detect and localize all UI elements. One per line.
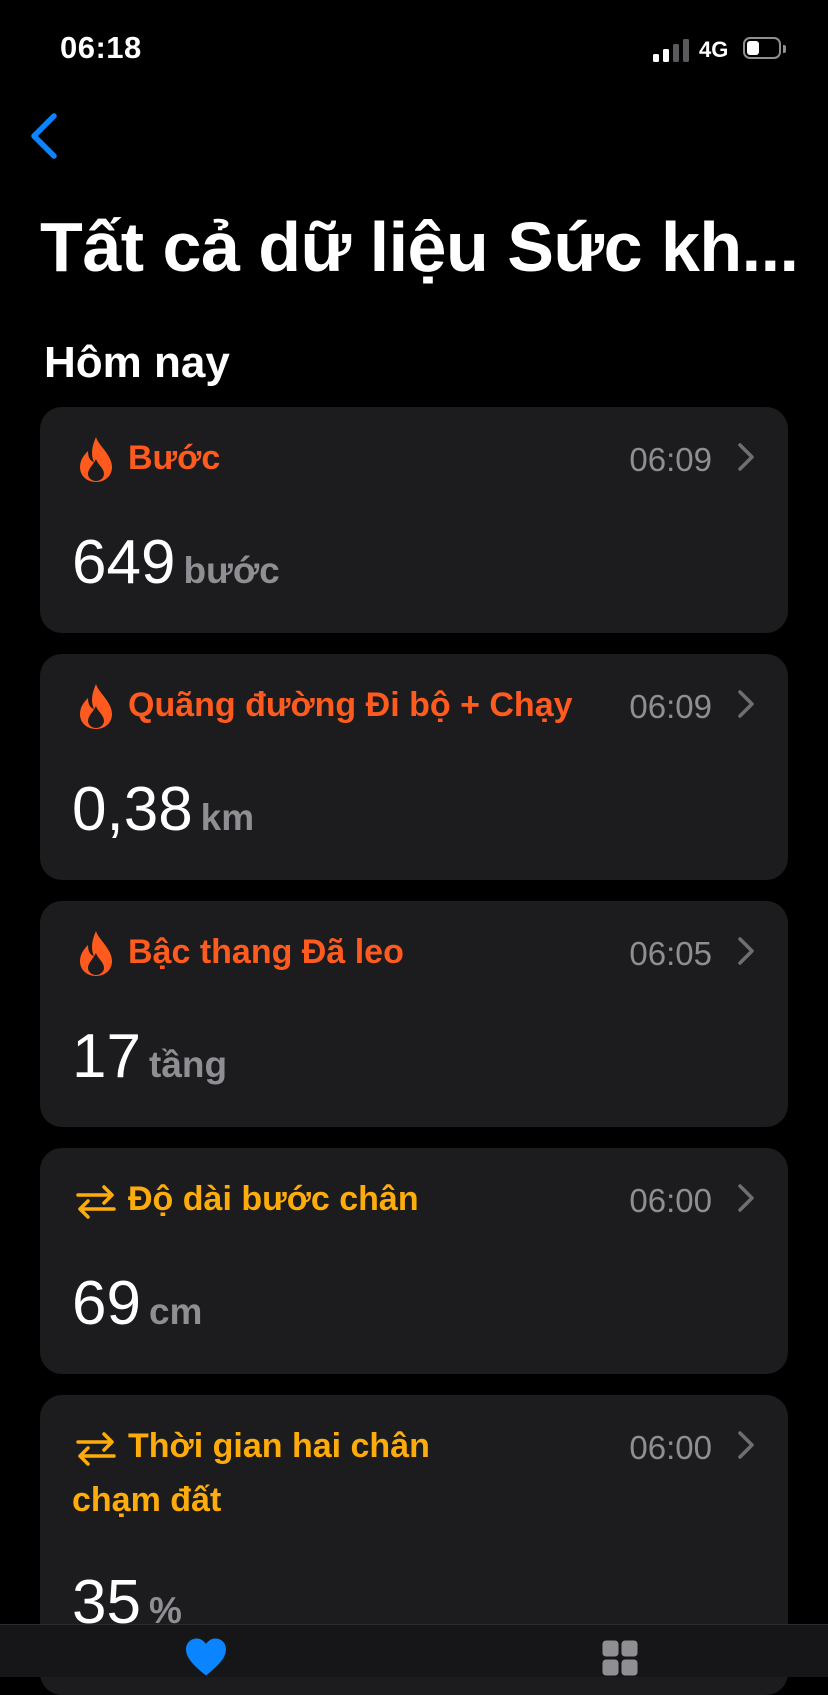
- value-number: 69: [72, 1269, 141, 1338]
- cellular-signal-icon: [653, 38, 689, 62]
- chevron-right-icon: [738, 1431, 754, 1459]
- card-title: Độ dài bước chân: [128, 1180, 419, 1218]
- value-unit: cm: [148, 1291, 203, 1332]
- value-unit: tầng: [148, 1044, 228, 1085]
- network-type: 4G: [699, 37, 729, 62]
- tab-browse[interactable]: [594, 1639, 646, 1677]
- value-number: 17: [72, 1022, 141, 1091]
- card-timestamp: 06:00: [629, 1429, 712, 1466]
- section-header-today: Hôm nay: [44, 338, 230, 387]
- card-title: Thời gian hai chân chạm đất: [72, 1427, 430, 1519]
- data-card-steps[interactable]: Bước 06:09 649 bước: [40, 407, 788, 633]
- card-timestamp: 06:00: [629, 1182, 712, 1219]
- grid-icon: [602, 1640, 638, 1676]
- card-value: 69 cm: [72, 1268, 202, 1339]
- data-card-flights-climbed[interactable]: Bậc thang Đã leo 06:05 17 tầng: [40, 901, 788, 1127]
- back-button[interactable]: [22, 110, 66, 162]
- card-value: 649 bước: [72, 527, 280, 598]
- chevron-left-icon: [31, 113, 57, 159]
- data-card-walking-running-distance[interactable]: Quãng đường Đi bộ + Chạy 06:09 0,38 km: [40, 654, 788, 880]
- value-unit: bước: [183, 550, 280, 591]
- value-number: 0,38: [72, 775, 193, 844]
- data-card-step-length[interactable]: Độ dài bước chân 06:00 69 cm: [40, 1148, 788, 1374]
- card-value: 0,38 km: [72, 774, 254, 845]
- page-title: Tất cả dữ liệu Sức kh...: [40, 208, 799, 286]
- chevron-right-icon: [738, 690, 754, 718]
- chevron-right-icon: [738, 443, 754, 471]
- card-timestamp: 06:09: [629, 688, 712, 725]
- tab-summary[interactable]: [176, 1637, 236, 1677]
- card-title: Bậc thang Đã leo: [128, 933, 404, 971]
- chevron-right-icon: [738, 1184, 754, 1212]
- status-time: 06:18: [60, 30, 142, 65]
- tab-bar: [0, 1624, 828, 1677]
- flame-icon: [80, 931, 112, 976]
- value-number: 649: [72, 528, 176, 597]
- heart-icon: [186, 1638, 226, 1676]
- card-title: Quãng đường Đi bộ + Chạy: [128, 686, 573, 724]
- status-bar: 06:18 4G: [0, 0, 828, 100]
- card-value: 17 tầng: [72, 1021, 227, 1092]
- value-unit: km: [200, 797, 255, 838]
- battery-icon: [743, 37, 787, 61]
- flame-icon: [80, 684, 112, 729]
- card-title: Bước: [128, 439, 221, 477]
- flame-icon: [80, 437, 112, 482]
- arrows-left-right-icon: [76, 1185, 116, 1219]
- card-timestamp: 06:05: [629, 935, 712, 972]
- card-timestamp: 06:09: [629, 441, 712, 478]
- chevron-right-icon: [738, 937, 754, 965]
